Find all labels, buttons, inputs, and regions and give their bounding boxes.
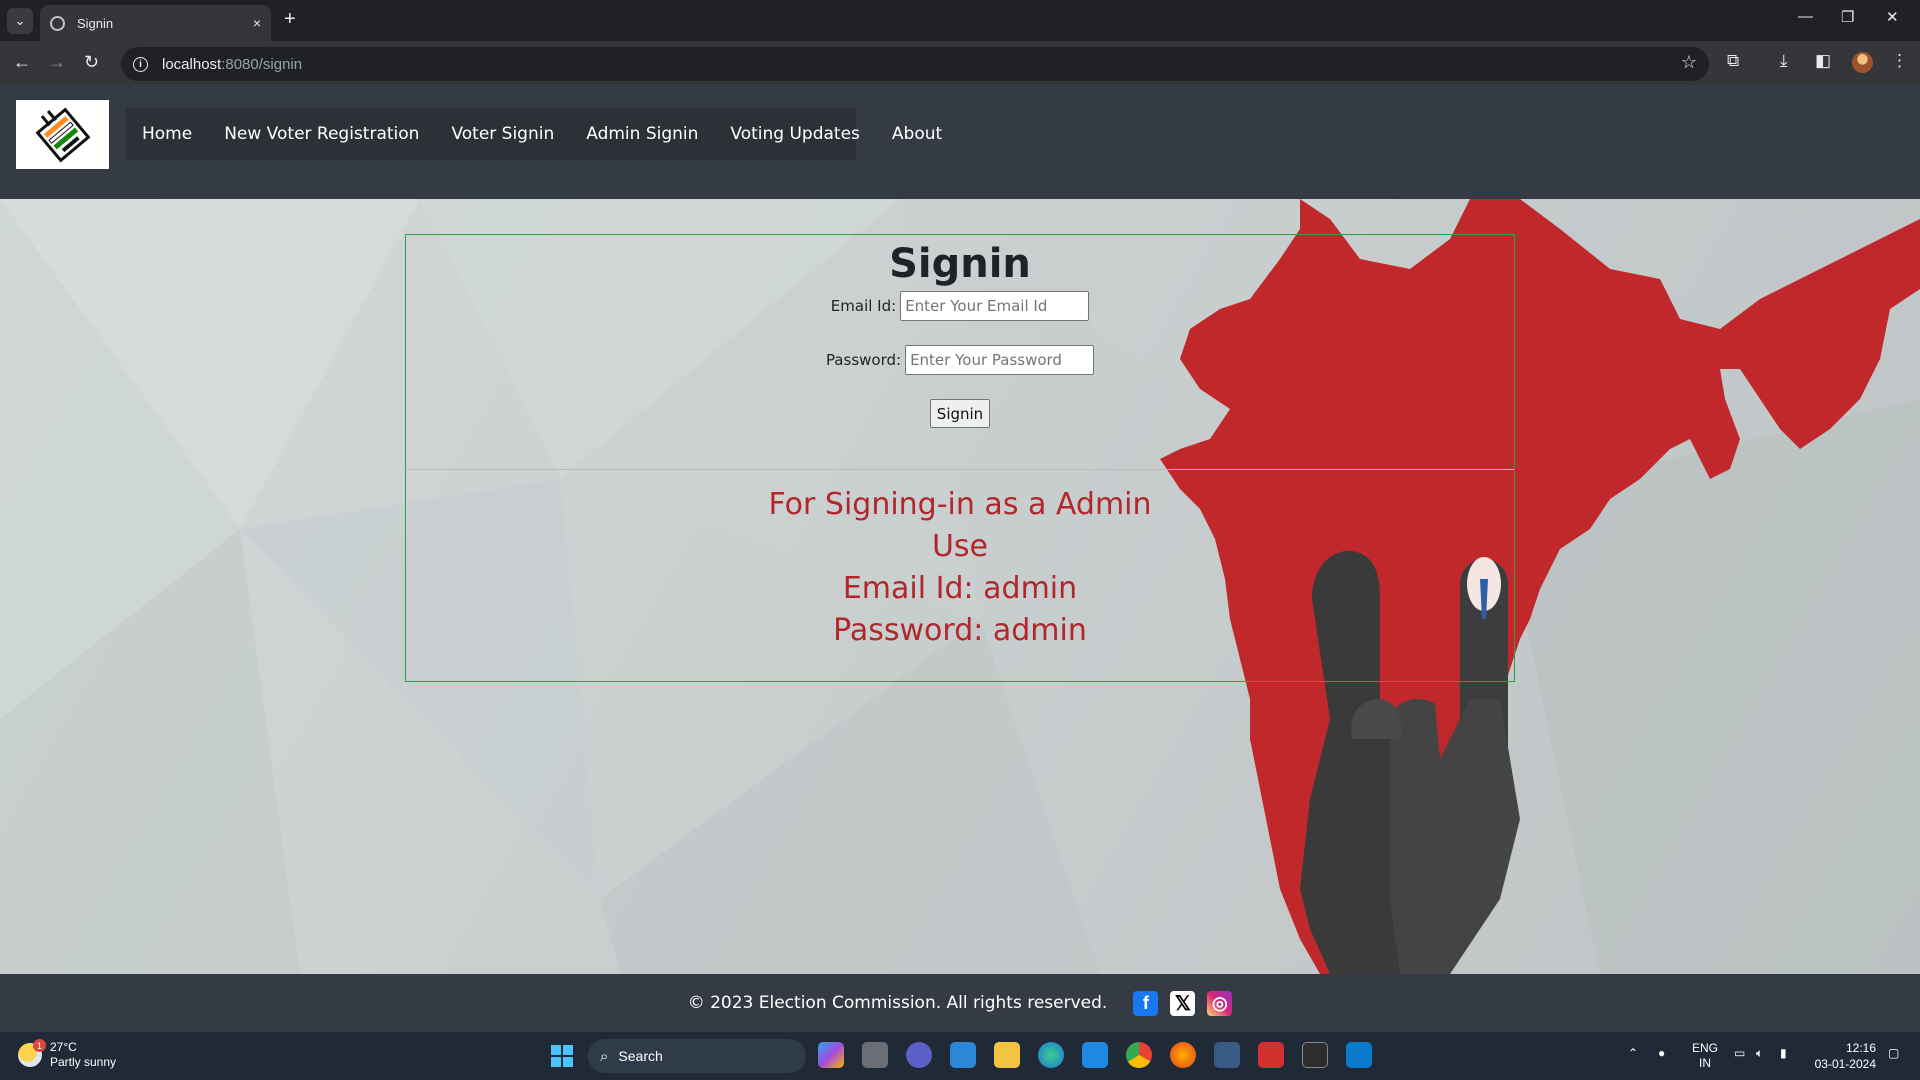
windows-taskbar: 1 27°C Partly sunny ⌕ Search ⌃ ● ENG IN … <box>0 1032 1920 1080</box>
taskbar-search-label: Search <box>618 1048 663 1064</box>
back-arrow-icon[interactable]: ← <box>13 51 31 73</box>
firefox-icon[interactable] <box>1170 1042 1196 1068</box>
mysql-icon[interactable] <box>1082 1042 1108 1068</box>
password-label: Password: <box>825 351 902 369</box>
profile-avatar[interactable] <box>1852 52 1873 73</box>
browser-tabstrip: ⌄ Signin × + — ❐ ✕ <box>0 0 1920 41</box>
window-close-icon[interactable]: ✕ <box>1886 8 1899 26</box>
url-path: :8080/signin <box>221 55 303 73</box>
nav-admin-signin[interactable]: Admin Signin <box>570 124 714 144</box>
admin-info-use: Use <box>931 529 989 564</box>
display-icon[interactable]: ▭ <box>1734 1046 1745 1060</box>
email-label: Email Id: <box>830 297 897 315</box>
election-logo[interactable] <box>16 100 109 169</box>
forward-arrow-icon[interactable]: → <box>48 51 66 73</box>
windows-start-icon[interactable] <box>551 1045 573 1067</box>
vscode-icon[interactable] <box>1346 1042 1372 1068</box>
nav-about[interactable]: About <box>876 124 958 144</box>
bookmark-star-icon[interactable]: ☆ <box>1681 52 1697 73</box>
clock-time: 12:16 <box>1845 1041 1876 1055</box>
email-row: Email Id: <box>406 291 1514 321</box>
globe-icon <box>50 15 65 31</box>
clock-date: 03-01-2024 <box>1814 1057 1876 1071</box>
site-footer: © 2023 Election Commission. All rights r… <box>0 974 1920 1032</box>
teams-chat-icon[interactable] <box>906 1042 932 1068</box>
ballot-box-logo-icon <box>35 107 90 162</box>
lang-secondary: IN <box>1699 1056 1711 1070</box>
battery-icon[interactable]: ▮ <box>1780 1046 1787 1060</box>
search-icon: ⌕ <box>600 1047 609 1065</box>
admin-info-email: Email Id: admin <box>842 571 1078 606</box>
edge-icon[interactable] <box>1038 1042 1064 1068</box>
signin-title: Signin <box>889 241 1031 287</box>
admin-info-password: Password: admin <box>833 613 1087 648</box>
volume-icon[interactable]: 🔈︎ <box>1756 1046 1763 1061</box>
x-icon[interactable]: 𝕏 <box>1170 990 1196 1016</box>
url-host: localhost <box>162 55 222 73</box>
email-input[interactable] <box>900 291 1090 321</box>
download-icon[interactable]: ⤓ <box>1780 51 1788 71</box>
language-indicator[interactable]: ENG IN <box>1692 1041 1718 1071</box>
weather-desc: Partly sunny <box>50 1055 117 1069</box>
notification-icon[interactable]: ▢ <box>1888 1046 1899 1060</box>
new-tab-button[interactable]: + <box>284 8 296 31</box>
browser-toolbar: ← → ↻ i localhost:8080/signin ☆ ⧉ ⤓ ◧ ⋮ <box>0 41 1920 85</box>
weather-badge: 1 <box>33 1039 46 1052</box>
chrome-icon[interactable] <box>1126 1042 1152 1068</box>
minimize-icon[interactable]: — <box>1798 8 1813 25</box>
main-navbar: Home New Voter Registration Voter Signin… <box>126 108 942 160</box>
site-header: Home New Voter Registration Voter Signin… <box>0 85 1920 199</box>
reload-icon[interactable]: ↻ <box>84 51 99 73</box>
task-view-icon[interactable] <box>862 1042 888 1068</box>
restore-icon[interactable]: ❐ <box>1841 8 1854 26</box>
system-clock[interactable]: 12:16 03-01-2024 <box>1806 1040 1876 1072</box>
signin-button[interactable]: Signin <box>930 399 990 428</box>
browser-tab-signin[interactable]: Signin × <box>40 5 271 41</box>
password-input[interactable] <box>905 345 1095 375</box>
tray-chevron-up-icon[interactable]: ⌃ <box>1628 1046 1638 1060</box>
divider <box>406 469 1514 470</box>
instagram-icon[interactable]: ◎ <box>1207 990 1233 1016</box>
acrobat-icon[interactable] <box>1258 1042 1284 1068</box>
tab-search-chevron-icon[interactable]: ⌄ <box>7 8 33 34</box>
signin-panel: Signin Email Id: Password: Signin For Si… <box>405 234 1515 682</box>
lang-primary: ENG <box>1692 1041 1719 1055</box>
nav-voter-signin[interactable]: Voter Signin <box>435 124 570 144</box>
taskbar-search[interactable]: ⌕ Search <box>588 1039 806 1073</box>
facebook-icon[interactable]: f <box>1133 990 1159 1016</box>
network-status-icon[interactable]: ● <box>1658 1046 1665 1060</box>
admin-info-heading: For Signing-in as a Admin <box>768 487 1152 522</box>
tab-title: Signin <box>77 15 114 31</box>
password-row: Password: <box>406 345 1514 375</box>
main-content: Signin Email Id: Password: Signin For Si… <box>0 199 1920 974</box>
extensions-icon[interactable]: ⧉ <box>1727 51 1739 71</box>
nav-voting-updates[interactable]: Voting Updates <box>714 124 876 144</box>
weather-temp: 27°C <box>50 1040 77 1054</box>
side-panel-icon[interactable]: ◧ <box>1815 51 1831 71</box>
workbench-icon[interactable] <box>1214 1042 1240 1068</box>
file-explorer-icon[interactable] <box>994 1042 1020 1068</box>
weather-widget[interactable]: 1 27°C Partly sunny <box>18 1039 117 1070</box>
nav-home[interactable]: Home <box>126 124 208 144</box>
site-info-icon[interactable]: i <box>133 56 148 72</box>
copilot-icon[interactable] <box>818 1042 844 1068</box>
address-bar[interactable]: i localhost:8080/signin ☆ <box>121 47 1709 81</box>
partly-sunny-icon: 1 <box>18 1039 46 1067</box>
nav-new-voter-registration[interactable]: New Voter Registration <box>208 124 435 144</box>
menu-kebab-icon[interactable]: ⋮ <box>1891 51 1908 71</box>
copyright-text: © 2023 Election Commission. All rights r… <box>687 993 1108 1013</box>
terminal-icon[interactable] <box>1302 1042 1328 1068</box>
tab-close-icon[interactable]: × <box>253 15 261 31</box>
microsoft-store-icon[interactable] <box>950 1042 976 1068</box>
